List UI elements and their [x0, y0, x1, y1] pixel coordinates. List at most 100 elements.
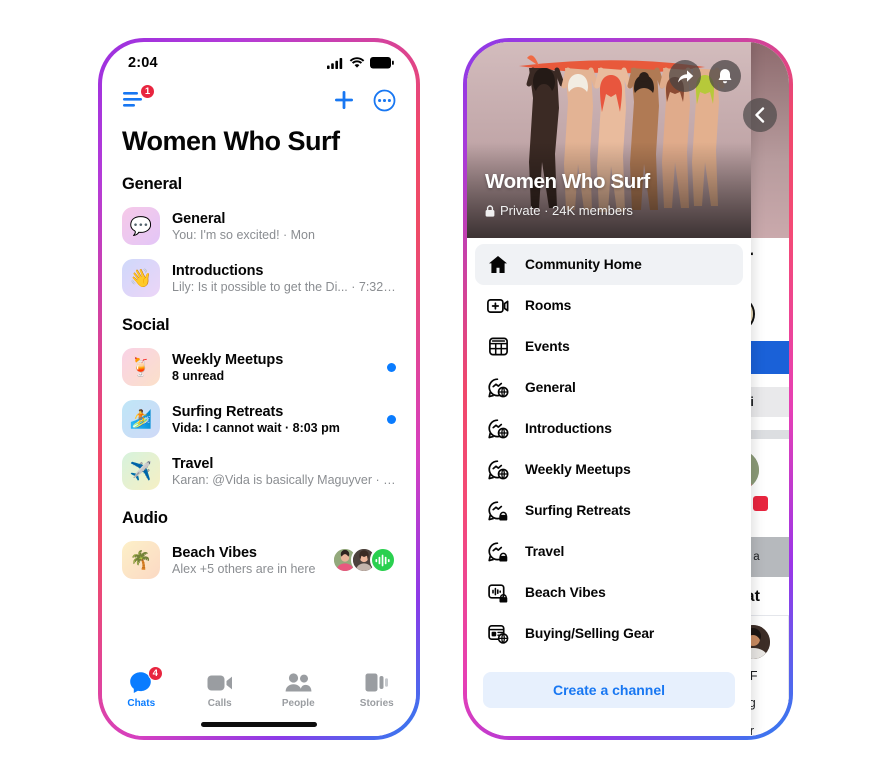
community-meta-text: Private · 24K members: [500, 203, 633, 218]
channel-avatar: ✈️: [122, 452, 160, 490]
menu-item-buying-selling-gear[interactable]: Buying/Selling Gear: [475, 613, 743, 654]
video-camera-icon: [207, 674, 233, 692]
menu-item-introductions[interactable]: Introductions: [475, 408, 743, 449]
menu-item-label: Beach Vibes: [525, 585, 606, 600]
tab-chats[interactable]: 4 Chats: [102, 671, 181, 709]
channel-name: General: [172, 211, 396, 227]
chat-globe-icon: [486, 378, 510, 398]
tab-label: Calls: [208, 698, 232, 709]
stories-icon: [365, 673, 389, 692]
status-icons: [327, 57, 394, 69]
create-channel-button[interactable]: Create a channel: [483, 672, 735, 708]
share-button[interactable]: [669, 60, 701, 92]
channel-preview: 8 unread: [172, 369, 375, 383]
more-circle-icon[interactable]: [373, 89, 396, 112]
back-button[interactable]: [743, 98, 777, 132]
status-bar: 2:04: [102, 42, 416, 80]
section-header-audio: Audio: [102, 497, 416, 534]
channel-avatar: 🏄: [122, 400, 160, 438]
home-indicator: [201, 722, 317, 727]
background-video-badge-icon: [753, 496, 768, 511]
section-header-general: General: [102, 163, 416, 200]
menu-button[interactable]: 1: [122, 90, 148, 110]
community-meta: Private · 24K members: [485, 203, 633, 218]
menu-item-label: General: [525, 380, 576, 395]
menu-item-beach-vibes[interactable]: Beach Vibes: [475, 572, 743, 613]
share-arrow-icon: [677, 69, 694, 84]
left-top-bar: 1: [102, 80, 416, 116]
channel-preview: You: I'm so excited! · Mon: [172, 228, 396, 242]
menu-item-general[interactable]: General: [475, 367, 743, 408]
lock-icon: [485, 205, 495, 217]
right-phone-frame: Sur Pr: [463, 38, 793, 740]
channel-avatar: 🍹: [122, 348, 160, 386]
left-phone-screen: 2:04: [102, 42, 416, 736]
tab-calls[interactable]: Calls: [181, 671, 260, 709]
tab-icon-wrap: 4: [129, 671, 154, 694]
list-item-text: Surfing Retreats Vida: I cannot wait · 8…: [172, 404, 375, 435]
channel-preview: Alex +5 others are in here: [172, 562, 320, 576]
list-item[interactable]: 🏄 Surfing Retreats Vida: I cannot wait ·…: [102, 393, 416, 445]
menu-item-weekly-meetups[interactable]: Weekly Meetups: [475, 449, 743, 490]
list-item[interactable]: ✈️ Travel Karan: @Vida is basically Magu…: [102, 445, 416, 497]
chevron-left-icon: [753, 107, 767, 123]
list-item[interactable]: 🌴 Beach Vibes Alex +5 others are in here: [102, 534, 416, 586]
menu-item-events[interactable]: Events: [475, 326, 743, 367]
chat-lock-icon: [486, 542, 510, 562]
channel-avatar: 👋: [122, 259, 160, 297]
list-item[interactable]: 🍹 Weekly Meetups 8 unread: [102, 341, 416, 393]
list-item-text: General You: I'm so excited! · Mon: [172, 211, 396, 242]
chat-globe-icon: [486, 419, 510, 439]
left-phone-frame: 2:04: [98, 38, 420, 740]
audio-participants[interactable]: [332, 547, 396, 573]
menu-item-surfing-retreats[interactable]: Surfing Retreats: [475, 490, 743, 531]
left-top-actions: [333, 89, 396, 112]
tab-icon-wrap: [207, 671, 233, 694]
tab-label: Chats: [127, 698, 155, 709]
menu-item-rooms[interactable]: Rooms: [475, 285, 743, 326]
channel-preview: Lily: Is it possible to get the Di... · …: [172, 280, 396, 294]
page-title: Women Who Surf: [102, 116, 416, 163]
menu-item-community-home[interactable]: Community Home: [475, 244, 743, 285]
list-item[interactable]: 💬 General You: I'm so excited! · Mon: [102, 200, 416, 252]
cellular-signal-icon: [327, 58, 344, 69]
tab-label: People: [282, 698, 315, 709]
menu-item-label: Buying/Selling Gear: [525, 626, 654, 641]
audio-wave-icon: [370, 547, 396, 573]
community-title: Women Who Surf: [485, 170, 650, 194]
list-item-text: Introductions Lily: Is it possible to ge…: [172, 263, 396, 294]
list-item-text: Beach Vibes Alex +5 others are in here: [172, 545, 320, 576]
menu-item-label: Surfing Retreats: [525, 503, 631, 518]
tab-label: Stories: [360, 698, 394, 709]
section-header-social: Social: [102, 304, 416, 341]
right-phone-screen: Sur Pr: [467, 42, 789, 736]
channel-name: Weekly Meetups: [172, 352, 375, 368]
video-room-plus-icon: [486, 298, 510, 314]
menu-item-label: Community Home: [525, 257, 642, 272]
bell-icon: [717, 68, 733, 85]
menu-badge: 1: [140, 84, 155, 99]
feed-globe-icon: [486, 624, 510, 644]
list-item[interactable]: 👋 Introductions Lily: Is it possible to …: [102, 252, 416, 304]
menu-item-travel[interactable]: Travel: [475, 531, 743, 572]
unread-dot: [387, 363, 396, 372]
status-time: 2:04: [128, 55, 158, 71]
channel-preview: Vida: I cannot wait · 8:03 pm: [172, 421, 375, 435]
battery-icon: [370, 57, 394, 69]
channel-name: Beach Vibes: [172, 545, 320, 561]
tab-people[interactable]: People: [259, 671, 338, 709]
channel-avatar: 💬: [122, 207, 160, 245]
list-item-text: Weekly Meetups 8 unread: [172, 352, 375, 383]
menu-item-label: Weekly Meetups: [525, 462, 631, 477]
wifi-icon: [349, 57, 365, 69]
calendar-icon: [486, 337, 510, 356]
channel-avatar: 🌴: [122, 541, 160, 579]
drawer-menu-list: Community Home Rooms: [467, 238, 751, 654]
community-cover: Women Who Surf Private · 24K members: [467, 42, 751, 238]
community-drawer: Women Who Surf Private · 24K members: [467, 42, 751, 736]
notifications-button[interactable]: [709, 60, 741, 92]
plus-icon[interactable]: [333, 89, 355, 111]
tab-stories[interactable]: Stories: [338, 671, 417, 709]
audio-lock-icon: [486, 583, 510, 603]
cover-action-buttons: [669, 60, 741, 92]
